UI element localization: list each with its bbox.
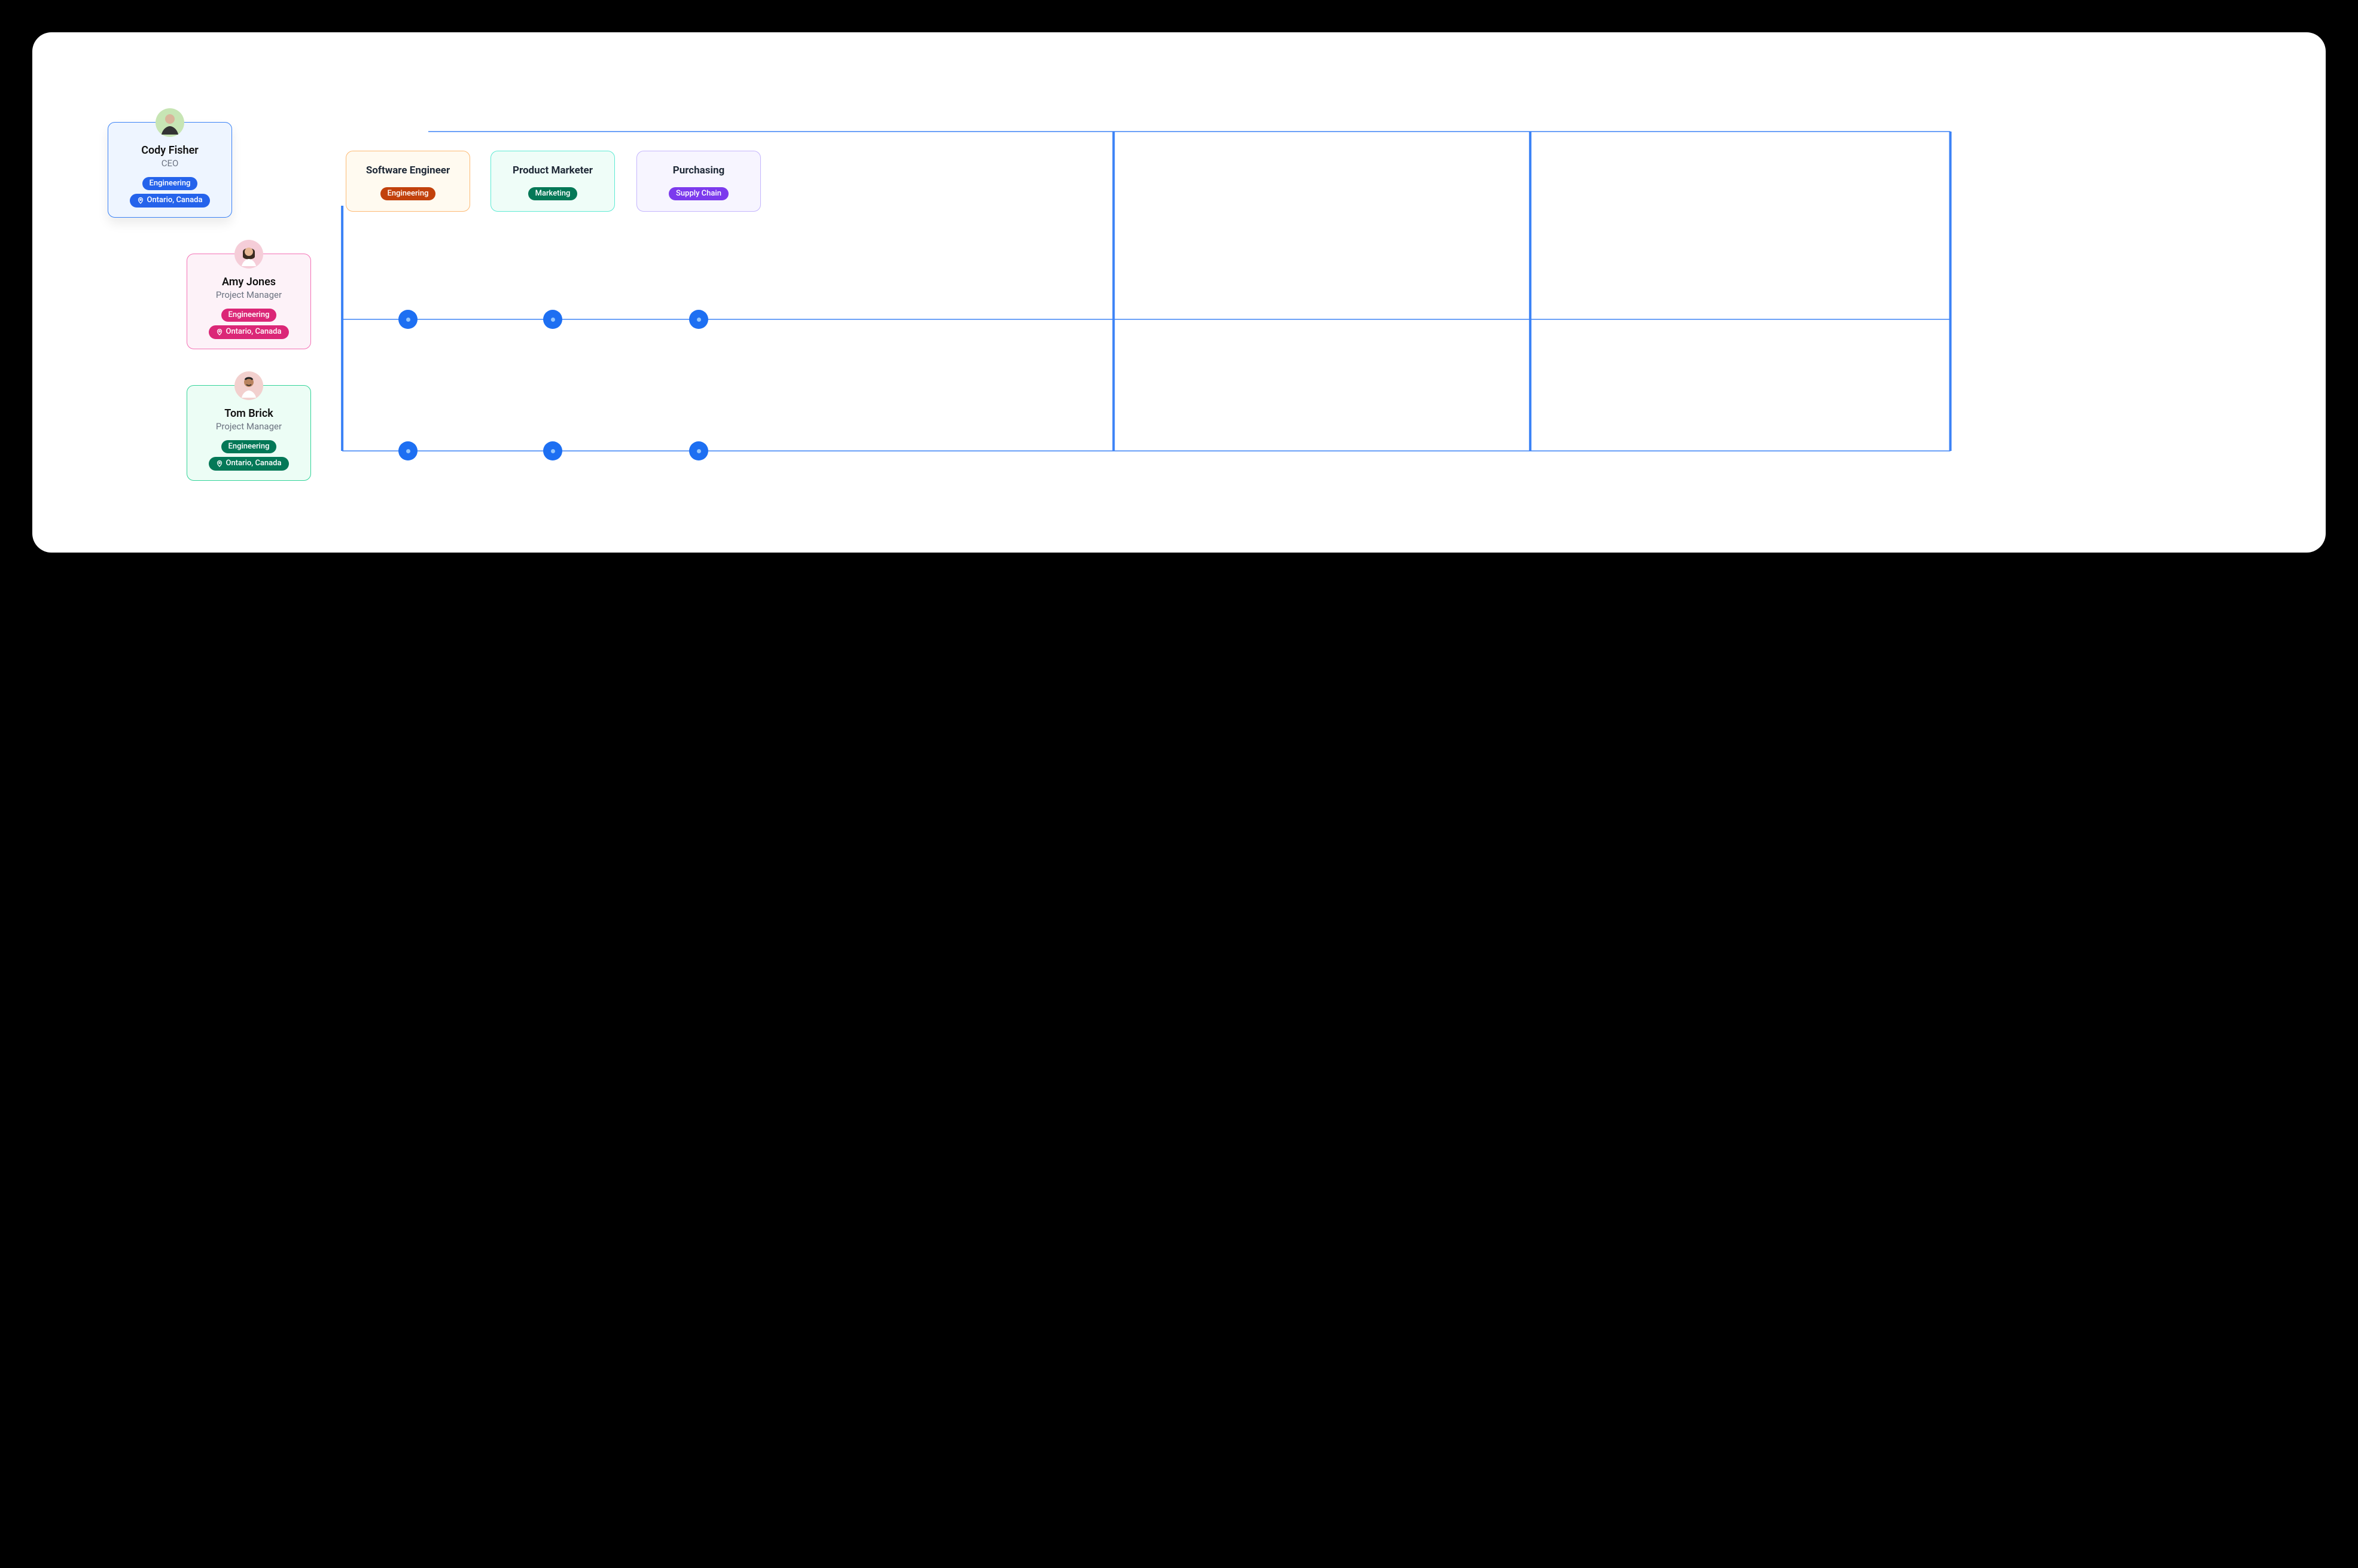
avatar	[234, 240, 263, 269]
canvas-frame: Cody Fisher CEO Engineering Ontario, Can…	[32, 32, 2326, 553]
avatar	[156, 108, 184, 137]
role-name: Purchasing	[673, 164, 725, 176]
role-tag-pill: Supply Chain	[669, 187, 729, 200]
role-card-product-marketer[interactable]: Product Marketer Marketing	[491, 151, 615, 212]
role-tag-pill: Engineering	[380, 187, 436, 200]
dept-pill: Engineering	[221, 309, 277, 322]
role-tag-pill: Marketing	[528, 187, 578, 200]
location-icon	[137, 197, 144, 204]
location-icon	[216, 460, 223, 467]
person-card-cody-fisher[interactable]: Cody Fisher CEO Engineering Ontario, Can…	[108, 122, 232, 218]
intersection-node[interactable]	[543, 310, 562, 329]
person-title: Project Manager	[216, 421, 282, 432]
person-title: CEO	[162, 158, 179, 169]
org-diagram[interactable]: Cody Fisher CEO Engineering Ontario, Can…	[32, 32, 2326, 553]
location-pill: Ontario, Canada	[209, 457, 288, 470]
role-name: Product Marketer	[513, 164, 593, 176]
intersection-node[interactable]	[398, 441, 418, 460]
intersection-node[interactable]	[543, 441, 562, 460]
intersection-node[interactable]	[689, 310, 708, 329]
person-name: Tom Brick	[224, 407, 273, 420]
person-title: Project Manager	[216, 289, 282, 300]
person-card-amy-jones[interactable]: Amy Jones Project Manager Engineering On…	[187, 254, 311, 349]
role-card-purchasing[interactable]: Purchasing Supply Chain	[636, 151, 761, 212]
connector-lines	[32, 32, 2326, 553]
location-pill: Ontario, Canada	[130, 194, 209, 207]
location-icon	[216, 328, 223, 335]
intersection-node[interactable]	[398, 310, 418, 329]
location-pill: Ontario, Canada	[209, 325, 288, 338]
person-name: Amy Jones	[222, 276, 276, 288]
dept-pill: Engineering	[221, 440, 277, 453]
avatar	[234, 371, 263, 400]
person-name: Cody Fisher	[141, 144, 199, 157]
role-card-software-engineer[interactable]: Software Engineer Engineering	[346, 151, 470, 212]
intersection-node[interactable]	[689, 441, 708, 460]
dept-pill: Engineering	[142, 177, 198, 190]
role-name: Software Engineer	[366, 164, 450, 176]
person-card-tom-brick[interactable]: Tom Brick Project Manager Engineering On…	[187, 385, 311, 481]
